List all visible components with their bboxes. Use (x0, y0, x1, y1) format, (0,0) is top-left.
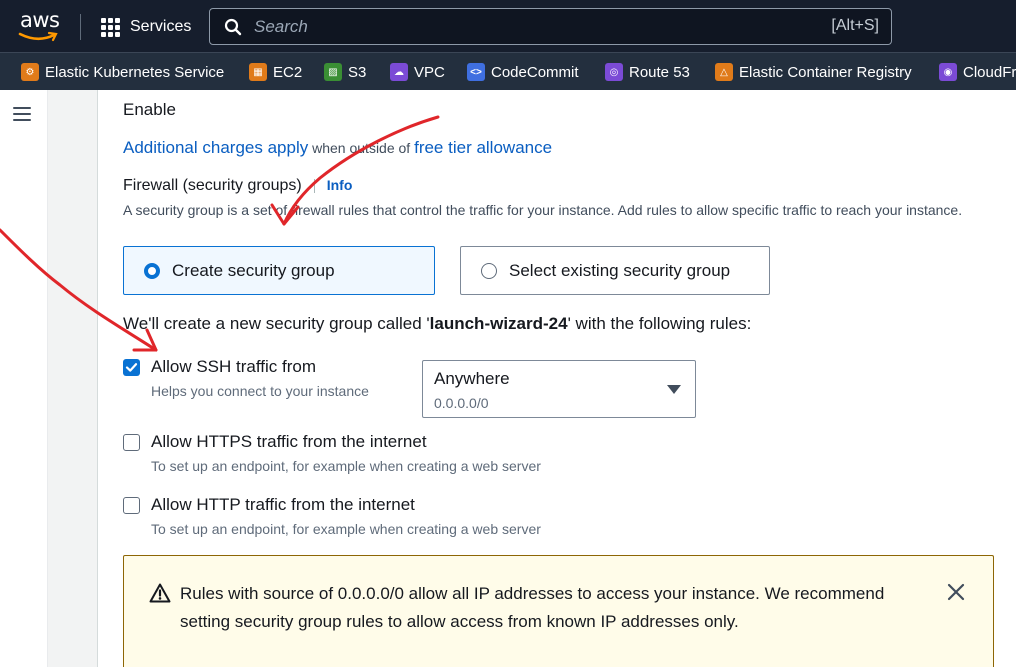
ssh-source-value: Anywhere (434, 369, 510, 388)
services-label: Services (130, 18, 192, 35)
warning-icon (149, 583, 171, 603)
favorite-route53[interactable]: ◎ Route 53 (605, 62, 690, 82)
favorite-eks[interactable]: ⚙ Elastic Kubernetes Service (21, 62, 224, 82)
kubernetes-icon: ⚙ (21, 63, 39, 81)
search-box[interactable]: [Alt+S] (209, 8, 892, 45)
notice-suffix: ' with the following rules: (567, 314, 752, 333)
allow-https-label[interactable]: Allow HTTPS traffic from the internet (151, 432, 427, 452)
firewall-info-link[interactable]: Info (327, 177, 353, 193)
favorite-label: VPC (414, 63, 445, 81)
firewall-description: A security group is a set of firewall ru… (123, 202, 963, 218)
radio-unselected[interactable] (481, 262, 497, 279)
favorite-label: Elastic Kubernetes Service (45, 63, 225, 81)
allow-https-help: To set up an endpoint, for example when … (151, 458, 541, 474)
warning-message: Rules with source of 0.0.0.0/0 allow all… (180, 584, 885, 631)
favorite-label: EC2 (273, 63, 303, 81)
allow-ssh-help: Helps you connect to your instance (151, 383, 369, 399)
charges-line: Additional charges apply when outside of… (123, 138, 552, 158)
side-navigation-rail (0, 90, 48, 667)
create-security-group-option[interactable]: Create security group (123, 246, 435, 295)
close-icon[interactable] (946, 582, 966, 602)
nav-divider (80, 14, 81, 40)
aws-logo-text: aws (20, 8, 60, 32)
firewall-title: Firewall (security groups) (123, 177, 302, 194)
charges-middle-text: when outside of (308, 140, 415, 156)
open-source-warning-alert: Rules with source of 0.0.0.0/0 allow all… (123, 555, 994, 667)
allow-http-help: To set up an endpoint, for example when … (151, 521, 541, 537)
favorite-codecommit[interactable]: <> CodeCommit (467, 62, 579, 82)
free-tier-allowance-link[interactable]: free tier allowance (414, 138, 552, 157)
caret-down-icon (667, 385, 681, 394)
search-icon (224, 18, 242, 36)
favorite-label: Elastic Container Registry (739, 63, 912, 81)
favorites-bar: ⚙ Elastic Kubernetes Service ▦ EC2 ▨ S3 … (0, 52, 1016, 90)
vpc-icon: ☁ (390, 63, 408, 81)
ecr-icon: △ (715, 63, 733, 81)
allow-http-label[interactable]: Allow HTTP traffic from the internet (151, 495, 415, 515)
favorite-label: S3 (348, 63, 367, 81)
ec2-icon: ▦ (249, 63, 267, 81)
favorite-s3[interactable]: ▨ S3 (324, 62, 366, 82)
checkmark-icon (125, 363, 138, 372)
additional-charges-link[interactable]: Additional charges apply (123, 138, 308, 157)
aws-smile-icon (18, 31, 58, 42)
search-shortcut-hint: [Alt+S] (831, 17, 879, 34)
allow-ssh-checkbox[interactable] (123, 359, 140, 376)
apps-grid-icon (101, 17, 120, 37)
select-existing-security-group-label: Select existing security group (509, 260, 731, 280)
security-group-name: launch-wizard-24 (429, 314, 568, 333)
allow-ssh-label[interactable]: Allow SSH traffic from (151, 357, 316, 377)
favorite-label: Route 53 (629, 63, 690, 81)
top-navigation: aws Services [Alt+S] (0, 0, 1016, 52)
hamburger-menu-icon[interactable] (13, 107, 31, 121)
ssh-source-dropdown[interactable]: Anywhere 0.0.0.0/0 (422, 360, 696, 418)
allow-http-checkbox[interactable] (123, 497, 140, 514)
ssh-source-cidr: 0.0.0.0/0 (434, 395, 489, 411)
allow-https-checkbox[interactable] (123, 434, 140, 451)
favorite-ec2[interactable]: ▦ EC2 (249, 62, 302, 82)
select-existing-security-group-option[interactable]: Select existing security group (460, 246, 770, 295)
enable-label: Enable (123, 100, 176, 119)
favorite-cloudfront[interactable]: ◉ CloudFr (939, 62, 1016, 82)
route53-icon: ◎ (605, 63, 623, 81)
favorite-label: CodeCommit (491, 63, 579, 81)
favorite-ecr[interactable]: △ Elastic Container Registry (715, 62, 912, 82)
notice-prefix: We'll create a new security group called… (123, 314, 430, 333)
services-menu-button[interactable]: Services (101, 14, 191, 40)
codecommit-icon: <> (467, 63, 485, 81)
favorite-label: CloudFr (963, 63, 1016, 81)
radio-selected[interactable] (144, 262, 160, 279)
security-group-panel: Enable Additional charges apply when out… (98, 90, 1016, 667)
security-group-notice: We'll create a new security group called… (123, 314, 751, 334)
firewall-header: Firewall (security groups) Info (123, 177, 352, 195)
create-security-group-label: Create security group (172, 260, 335, 280)
title-separator (313, 178, 315, 193)
content-gutter (48, 90, 98, 667)
favorite-vpc[interactable]: ☁ VPC (390, 62, 445, 82)
aws-logo[interactable]: aws (18, 8, 62, 42)
s3-bucket-icon: ▨ (324, 63, 342, 81)
cloudfront-icon: ◉ (939, 63, 957, 81)
search-input[interactable] (254, 15, 794, 39)
